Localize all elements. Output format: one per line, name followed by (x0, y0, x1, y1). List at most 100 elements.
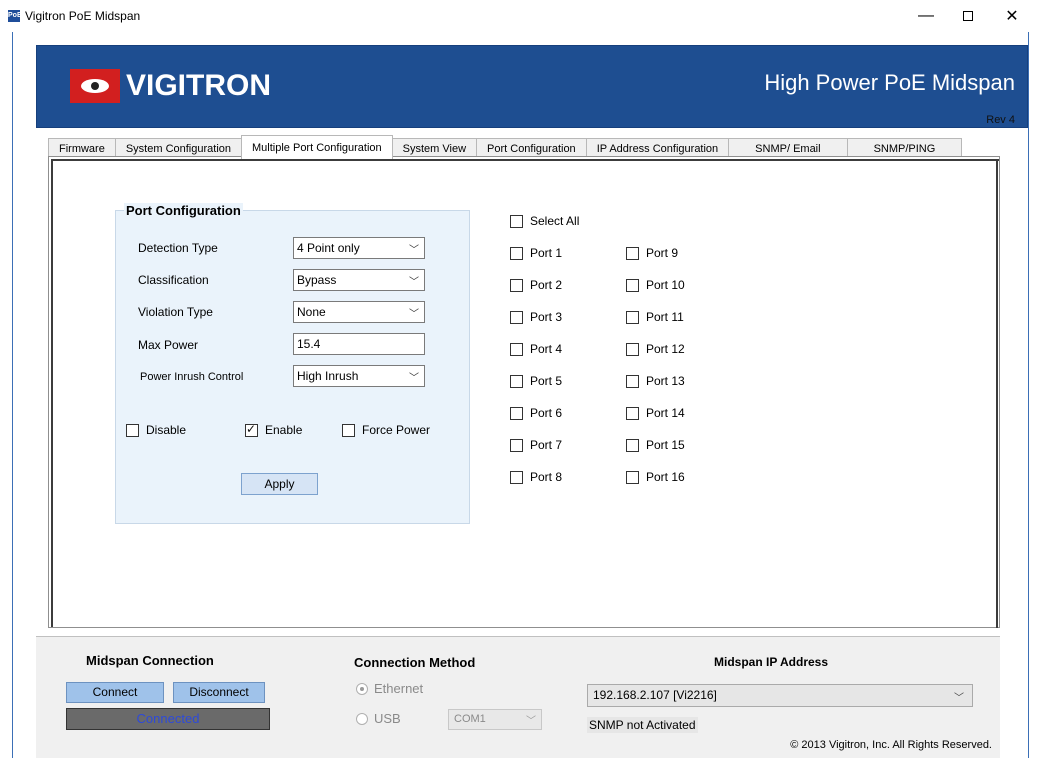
tab-snmp-email[interactable]: SNMP/ Email (728, 138, 848, 158)
checkbox-icon (626, 374, 639, 388)
checkbox-icon (510, 406, 523, 420)
port-label: Port 10 (646, 278, 685, 292)
power-inrush-value: High Inrush (297, 369, 359, 383)
classification-label: Classification (138, 273, 209, 287)
power-inrush-label: Power Inrush Control (140, 371, 244, 383)
port-checkbox[interactable]: Port 14 (626, 406, 685, 420)
port-label: Port 7 (530, 438, 563, 452)
window-titlebar: PoE Vigitron PoE Midspan — ✕ (0, 0, 1041, 32)
connect-button[interactable]: Connect (66, 682, 164, 703)
vigitron-logo: VIGITRON (70, 66, 271, 106)
checkbox-icon (510, 470, 523, 484)
detection-type-value: 4 Point only (297, 241, 360, 255)
checkbox-icon (626, 438, 639, 452)
checkbox-icon (510, 214, 523, 228)
tab-ip-address-configuration[interactable]: IP Address Configuration (585, 138, 730, 158)
port-checkbox[interactable]: Port 3 (510, 310, 562, 324)
checkbox-icon (510, 246, 523, 260)
port-checkbox[interactable]: Port 11 (626, 310, 684, 324)
port-checkbox[interactable]: Port 5 (510, 374, 562, 388)
midspan-ip-heading: Midspan IP Address (714, 655, 829, 669)
connection-method-heading: Connection Method (354, 655, 476, 670)
tab-firmware[interactable]: Firmware (48, 138, 116, 158)
ethernet-label: Ethernet (374, 681, 424, 696)
checkbox-icon (626, 278, 639, 292)
copyright-text: © 2013 Vigitron, Inc. All Rights Reserve… (790, 739, 992, 751)
checkbox-icon (626, 310, 639, 324)
disconnect-button[interactable]: Disconnect (173, 682, 265, 703)
classification-select[interactable]: Bypass ﹀ (293, 269, 425, 291)
disable-checkbox[interactable]: Disable (126, 423, 186, 437)
select-all-checkbox[interactable]: Select All (510, 214, 579, 228)
header-banner: VIGITRON High Power PoE Midspan Rev 4 (36, 45, 1028, 128)
minimize-button[interactable]: — (904, 0, 948, 32)
checkbox-icon (626, 470, 639, 484)
port-checkbox[interactable]: Port 1 (510, 246, 562, 260)
checkbox-icon (626, 342, 639, 356)
window-border-right (1028, 32, 1029, 758)
port-checkbox[interactable]: Port 9 (626, 246, 678, 260)
tab-system-configuration[interactable]: System Configuration (114, 138, 243, 158)
select-all-label: Select All (530, 214, 580, 228)
apply-button[interactable]: Apply (241, 473, 318, 495)
port-checkbox[interactable]: Port 4 (510, 342, 562, 356)
port-checkbox[interactable]: Port 12 (626, 342, 685, 356)
checkbox-icon (510, 374, 523, 388)
violation-type-select[interactable]: None ﹀ (293, 301, 425, 323)
chevron-down-icon: ﹀ (526, 716, 536, 727)
port-checkbox[interactable]: Port 16 (626, 470, 685, 484)
chevron-down-icon: ﹀ (409, 277, 419, 288)
violation-type-value: None (297, 305, 326, 319)
revision-label: Rev 4 (986, 114, 1015, 126)
usb-radio[interactable]: USB (356, 711, 401, 726)
radio-selected-icon (356, 682, 368, 695)
port-label: Port 9 (646, 246, 679, 260)
port-label: Port 14 (646, 406, 685, 420)
port-label: Port 8 (530, 470, 563, 484)
port-checkbox[interactable]: Port 15 (626, 438, 685, 452)
close-button[interactable]: ✕ (990, 0, 1034, 32)
minimize-icon: — (918, 7, 934, 24)
panel-divider (996, 160, 998, 628)
port-checkbox[interactable]: Port 10 (626, 278, 685, 292)
com-port-select[interactable]: COM1 ﹀ (448, 709, 542, 730)
port-checkbox[interactable]: Port 8 (510, 470, 562, 484)
max-power-input[interactable]: 15.4 (293, 333, 425, 355)
max-power-label: Max Power (138, 338, 199, 352)
app-icon: PoE (8, 10, 22, 22)
chevron-down-icon: ﹀ (409, 245, 419, 256)
checkbox-icon (626, 406, 639, 420)
port-checkbox[interactable]: Port 6 (510, 406, 562, 420)
maximize-icon (963, 11, 973, 21)
port-checkbox[interactable]: Port 2 (510, 278, 562, 292)
ethernet-radio[interactable]: Ethernet (356, 681, 423, 696)
tab-snmp-ping[interactable]: SNMP/PING (846, 138, 963, 158)
tab-port-configuration[interactable]: Port Configuration (476, 138, 587, 158)
ip-address-value: 192.168.2.107 [Vi2216] (593, 688, 717, 702)
checkbox-icon (126, 423, 139, 437)
detection-type-label: Detection Type (138, 241, 218, 255)
port-label: Port 6 (530, 406, 563, 420)
tab-bar: Firmware System Configuration Multiple P… (48, 135, 963, 159)
tab-system-view[interactable]: System View (391, 138, 478, 158)
port-checkbox[interactable]: Port 13 (626, 374, 685, 388)
enable-checkbox[interactable]: Enable (245, 422, 303, 437)
tab-multiple-port-configuration[interactable]: Multiple Port Configuration (241, 135, 393, 159)
power-inrush-select[interactable]: High Inrush ﹀ (293, 365, 425, 387)
port-label: Port 15 (646, 438, 685, 452)
snmp-status: SNMP not Activated (587, 717, 698, 733)
force-power-checkbox[interactable]: Force Power (342, 423, 430, 437)
port-label: Port 13 (646, 374, 685, 388)
connection-status: Connected (66, 708, 270, 730)
port-checkbox[interactable]: Port 7 (510, 438, 562, 452)
detection-type-select[interactable]: 4 Point only ﹀ (293, 237, 425, 259)
enable-label: Enable (265, 423, 303, 437)
window-border-left (12, 32, 13, 758)
close-icon: ✕ (1005, 8, 1019, 25)
ip-address-select[interactable]: 192.168.2.107 [Vi2216] ﹀ (587, 684, 973, 707)
disable-label: Disable (146, 423, 187, 437)
connection-panel: Midspan Connection Connect Disconnect Co… (36, 636, 1000, 758)
checkbox-icon (510, 342, 523, 356)
maximize-button[interactable] (946, 0, 990, 32)
radio-icon (356, 712, 368, 725)
